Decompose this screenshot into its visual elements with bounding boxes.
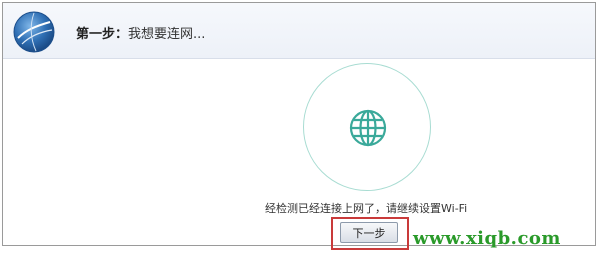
app-logo-icon [13, 11, 55, 53]
connection-status-text: 经检测已经连接上网了，请继续设置Wi-Fi [265, 202, 468, 215]
setup-window: 第一步：我想要连网... 经检测已经连接上网了，请继续设置Wi-Fi [2, 2, 596, 246]
step-text: 我想要连网... [128, 27, 206, 42]
watermark-text: www.xiqb.com [413, 228, 561, 249]
globe-icon [349, 109, 387, 147]
page-title: 第一步：我想要连网... [76, 23, 205, 42]
status-ring [303, 63, 431, 191]
step-label: 第一步： [76, 27, 129, 42]
next-button[interactable]: 下一步 [340, 222, 398, 243]
header-bar: 第一步：我想要连网... [3, 3, 595, 59]
